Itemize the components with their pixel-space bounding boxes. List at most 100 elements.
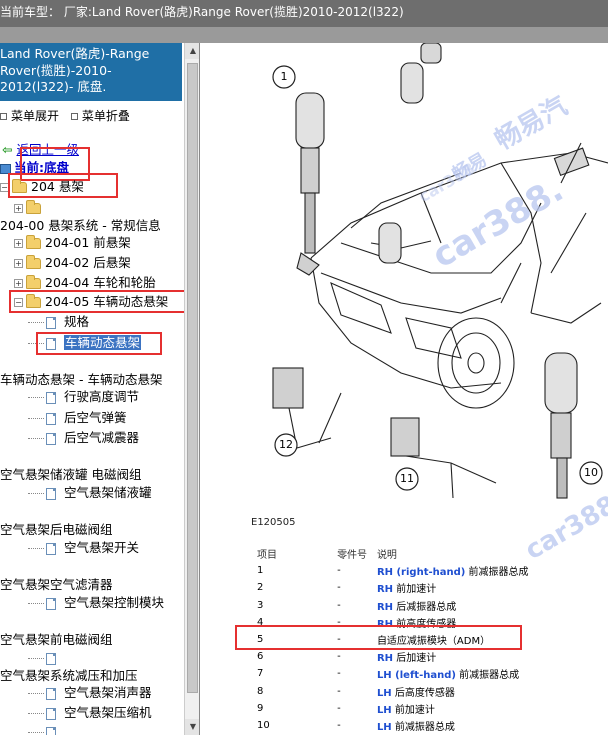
callout-11: 11 — [400, 472, 414, 485]
folder-icon — [26, 255, 41, 269]
tree-node-section[interactable]: 空气悬架后电磁阀组 — [0, 521, 113, 539]
scroll-up-arrow-icon[interactable]: ▲ — [185, 43, 199, 59]
wheel-outline — [437, 317, 515, 409]
rear-air-spring — [420, 43, 442, 64]
rear-air-spring — [378, 222, 402, 264]
tree-node-204-02[interactable]: +204-02 后悬架 — [14, 254, 131, 272]
tree-node-204-00[interactable]: 204-00 悬架系统 - 常规信息 — [0, 217, 161, 235]
table-row: 6- RH 后加速计 — [257, 651, 437, 665]
front-shock-absorber — [304, 192, 316, 254]
column-header: 项目 — [257, 550, 277, 562]
height-sensor — [390, 417, 420, 457]
table-row: 9- LH 前加速计 — [257, 702, 435, 716]
table-row: 2- RH 前加速计 — [257, 582, 437, 596]
tree-node-section[interactable]: 空气悬架前电磁阀组 — [0, 631, 113, 649]
table-row: 7- LH (left-hand) 前减振器总成 — [257, 668, 520, 682]
rear-shock-absorber — [544, 352, 578, 414]
folder-icon — [26, 275, 41, 289]
tree-node-unnamed[interactable]: + — [14, 199, 45, 217]
tree-leaf-specs[interactable]: 规格 — [28, 313, 89, 331]
menu-controls: 菜单展开 菜单折叠 — [0, 107, 182, 125]
vehicle-outline — [405, 317, 462, 359]
tree-node-204-01[interactable]: +204-01 前悬架 — [14, 234, 131, 252]
wheel-outline — [451, 332, 501, 394]
table-row: 3- RH 后减振器总成 — [257, 599, 457, 613]
document-icon — [46, 652, 56, 665]
tree-node-section[interactable]: 空气悬架储液罐 电磁阀组 — [0, 466, 141, 484]
document-icon — [46, 412, 56, 425]
document-icon — [46, 432, 56, 445]
vehicle-outline — [310, 257, 502, 389]
callout-12: 12 — [279, 438, 293, 451]
folder-icon — [26, 235, 41, 249]
tree-leaf[interactable]: 空气悬架开关 — [28, 539, 139, 557]
tree-leaf[interactable] — [28, 723, 64, 735]
expand-all-button[interactable]: 菜单展开 — [0, 107, 59, 124]
front-shock-absorber — [296, 252, 320, 276]
expand-toggle-icon: + — [14, 239, 23, 248]
height-sensor — [272, 367, 304, 409]
height-sensor-arm — [405, 455, 497, 499]
front-shock-absorber — [295, 92, 325, 149]
sidebar-panel: Land Rover(路虎)-Range Rover(揽胜)-2010- 201… — [0, 43, 200, 735]
folder-icon — [26, 200, 41, 214]
document-icon — [46, 707, 56, 720]
highlight-box — [36, 332, 162, 355]
tree-node-section[interactable]: 空气悬架系统减压和加压 — [0, 667, 138, 685]
column-header: 说明 — [376, 550, 397, 562]
column-header: 零件号 — [337, 550, 368, 562]
toolbar-strip — [0, 27, 608, 43]
collapse-all-button[interactable]: 菜单折叠 — [70, 107, 130, 124]
vehicle-outline — [320, 272, 502, 314]
window-title: 当前车型： 厂家:Land Rover(路虎)Range Rover(揽胜)20… — [0, 5, 404, 19]
tree-leaf[interactable]: 空气悬架消声器 — [28, 684, 152, 702]
tree-leaf[interactable]: 后空气弹簧 — [28, 409, 127, 427]
tree-leaf[interactable]: 行驶高度调节 — [28, 388, 139, 406]
collapse-icon — [70, 112, 78, 120]
window-title-bar: 当前车型： 厂家:Land Rover(路虎)Range Rover(揽胜)20… — [0, 0, 608, 27]
scroll-down-arrow-icon[interactable]: ▼ — [185, 719, 199, 735]
wheel-outline — [467, 352, 485, 374]
monitor-icon — [0, 163, 11, 174]
sidebar-header-line: Rover(揽胜)-2010- — [0, 62, 112, 78]
tree-leaf[interactable]: 空气悬架控制模块 — [28, 594, 164, 612]
vehicle-outline — [530, 302, 602, 324]
content-panel: 1 12 11 10 畅易汽 畅易 car388. car388 car388 … — [201, 43, 608, 735]
table-row: 8- LH 后高度传感器 — [257, 685, 455, 699]
callout-10: 10 — [584, 466, 598, 479]
tree-leaf[interactable] — [28, 649, 64, 667]
tree-node-section[interactable]: 车辆动态悬架 - 车辆动态悬架 — [0, 371, 162, 389]
tree-leaf[interactable]: 空气悬架储液罐 — [28, 484, 152, 502]
tree-leaf[interactable]: 空气悬架压缩机 — [28, 704, 152, 722]
rear-shock-absorber — [556, 457, 568, 499]
document-icon — [46, 487, 56, 500]
sidebar-header: Land Rover(路虎)-Range Rover(揽胜)-2010- 201… — [0, 43, 182, 101]
tree-leaf[interactable]: 后空气减震器 — [28, 429, 139, 447]
highlight-box — [8, 173, 118, 198]
document-icon — [46, 687, 56, 700]
highlight-box — [9, 290, 186, 313]
document-icon — [46, 391, 56, 404]
rear-shock-absorber — [550, 412, 572, 459]
document-icon — [46, 597, 56, 610]
rear-air-spring — [400, 62, 424, 104]
vehicle-outline — [330, 282, 392, 334]
document-icon — [46, 316, 56, 329]
table-row: 10- LH 前减振器总成 — [257, 719, 455, 733]
sidebar-header-line: Land Rover(路虎)-Range — [0, 46, 150, 61]
expand-toggle-icon: + — [14, 259, 23, 268]
back-arrow-icon: ⇦ — [2, 142, 13, 157]
front-shock-absorber — [300, 147, 320, 194]
figure-code: E120505 — [251, 517, 296, 528]
expand-toggle-icon: + — [14, 279, 23, 288]
expand-icon — [0, 112, 7, 120]
document-icon — [46, 542, 56, 555]
table-header-row: 项目 零件号 说明 — [237, 545, 608, 562]
table-row: 1- RH (right-hand) 前减振器总成 — [257, 565, 529, 579]
tree-node-section[interactable]: 空气悬架空气滤清器 — [0, 576, 113, 594]
callout-1: 1 — [280, 70, 288, 83]
document-icon — [46, 726, 56, 735]
sidebar-header-line: 2012(l322)- 底盘. — [0, 79, 107, 94]
sidebar-scrollbar[interactable]: ▲ ▼ — [184, 43, 199, 735]
scrollbar-thumb[interactable] — [187, 63, 198, 693]
